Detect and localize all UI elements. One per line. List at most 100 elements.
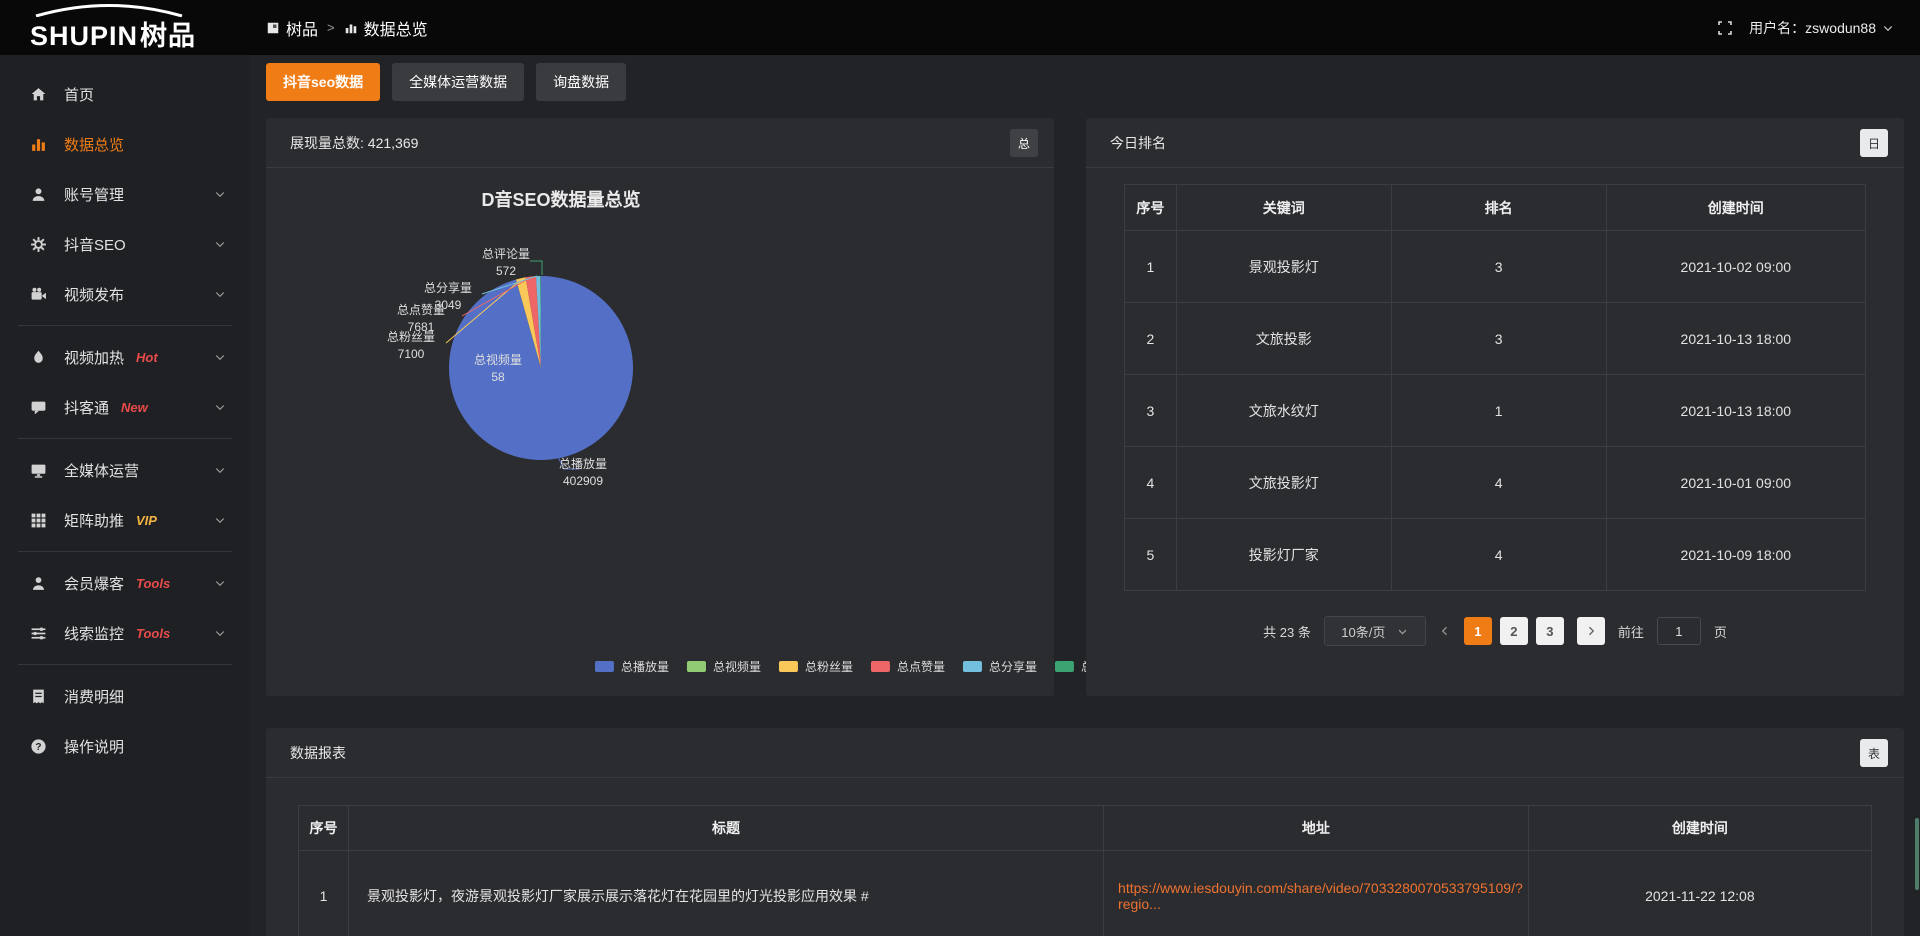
- report-column-header: 创建时间: [1528, 806, 1871, 851]
- page-button-2[interactable]: 2: [1500, 617, 1528, 645]
- sidebar-item-会员爆客[interactable]: 会员爆客Tools: [0, 558, 250, 608]
- sidebar-item-label: 数据总览: [64, 134, 124, 155]
- table-row: 3文旅水纹灯12021-10-13 18:00: [1125, 375, 1866, 447]
- sidebar-item-线索监控[interactable]: 线索监控Tools: [0, 608, 250, 658]
- table-row: 1景观投影灯32021-10-02 09:00: [1125, 231, 1866, 303]
- table-cell: 投影灯厂家: [1176, 519, 1391, 591]
- legend-swatch: [687, 661, 706, 672]
- gear-icon: [30, 236, 49, 253]
- table-cell: 文旅投影: [1176, 303, 1391, 375]
- sidebar-item-数据总览[interactable]: 数据总览: [0, 119, 250, 169]
- pie-label-value: 3049: [388, 297, 508, 314]
- table-cell: 5: [1125, 519, 1177, 591]
- table-cell: 4: [1391, 519, 1606, 591]
- report-cell-time: 2021-11-22 12:08: [1528, 851, 1871, 936]
- video-icon: [30, 286, 49, 303]
- sidebar-item-矩阵助推[interactable]: 矩阵助推VIP: [0, 495, 250, 545]
- chart-icon: [30, 136, 49, 153]
- pie-label-name: 总评论量: [446, 246, 566, 263]
- report-cell-no: 1: [299, 851, 349, 936]
- breadcrumb-separator: >: [327, 20, 335, 35]
- sidebar-item-视频发布[interactable]: 视频发布: [0, 269, 250, 319]
- content-area: 抖音seo数据全媒体运营数据询盘数据 展现量总数: 421,369 总 D音SE…: [250, 55, 1920, 936]
- legend-item-总点赞量[interactable]: 总点赞量: [871, 658, 945, 675]
- chevron-down-icon: [214, 401, 226, 413]
- sidebar-item-label: 视频发布: [64, 284, 124, 305]
- report-link[interactable]: https://www.iesdouyin.com/share/video/70…: [1118, 880, 1523, 912]
- topbar-right: 用户名：zswodun88: [1717, 18, 1920, 38]
- overview-corner-button[interactable]: 总: [1010, 129, 1038, 157]
- next-page-button[interactable]: [1577, 617, 1605, 645]
- goto-label: 前往: [1618, 622, 1644, 641]
- sliders-icon: [30, 625, 49, 642]
- sidebar-item-badge: New: [121, 400, 148, 415]
- fullscreen-icon[interactable]: [1717, 20, 1733, 36]
- report-cell-title: 景观投影灯，夜游景观投影灯厂家展示展示落花灯在花园里的灯光投影应用效果 #: [349, 851, 1104, 936]
- table-row: 5投影灯厂家42021-10-09 18:00: [1125, 519, 1866, 591]
- sidebar-item-抖客通[interactable]: 抖客通New: [0, 382, 250, 432]
- ranking-corner-button[interactable]: 日: [1860, 129, 1888, 157]
- chevron-down-icon: [214, 577, 226, 589]
- member-icon: [30, 575, 49, 592]
- sidebar-item-badge: Hot: [136, 350, 158, 365]
- table-row: 1景观投影灯，夜游景观投影灯厂家展示展示落花灯在花园里的灯光投影应用效果 # ht…: [299, 851, 1872, 936]
- monitor-icon: [30, 462, 49, 479]
- report-table: 序号标题地址创建时间 1景观投影灯，夜游景观投影灯厂家展示展示落花灯在花园里的灯…: [298, 805, 1872, 936]
- sidebar-item-label: 线索监控: [64, 623, 124, 644]
- sidebar-item-抖音SEO[interactable]: 抖音SEO: [0, 219, 250, 269]
- pagination-total: 共 23 条: [1263, 622, 1311, 641]
- legend-item-总播放量[interactable]: 总播放量: [595, 658, 669, 675]
- top-bar: SHUPIN树品 树品 > 数据总览 用户名：zswodun88: [0, 0, 1920, 55]
- tab-1[interactable]: 全媒体运营数据: [392, 63, 524, 101]
- sidebar-divider: [18, 664, 232, 665]
- legend-swatch: [963, 661, 982, 672]
- table-cell: 1: [1391, 375, 1606, 447]
- sidebar-item-视频加热[interactable]: 视频加热Hot: [0, 332, 250, 382]
- ranking-column-header: 排名: [1391, 185, 1606, 231]
- breadcrumb-current[interactable]: 数据总览: [344, 16, 428, 40]
- sidebar-item-全媒体运营[interactable]: 全媒体运营: [0, 445, 250, 495]
- chevron-down-icon: [214, 288, 226, 300]
- ranking-panel-title: 今日排名: [1086, 118, 1904, 168]
- pagination: 共 23 条 10条/页 123 前往 页: [1086, 616, 1904, 646]
- breadcrumb-root[interactable]: 树品: [266, 16, 318, 40]
- pie-chart: D音SEO数据量总览 总播放量402909总视频量58总粉丝量7100总点赞量7…: [266, 168, 1054, 695]
- breadcrumb: 树品 > 数据总览: [250, 16, 428, 40]
- legend-item-总视频量[interactable]: 总视频量: [687, 658, 761, 675]
- pie-label-value: 402909: [523, 473, 643, 490]
- page-size-select[interactable]: 10条/页: [1324, 616, 1426, 646]
- report-cell-url: https://www.iesdouyin.com/share/video/70…: [1104, 851, 1529, 936]
- sidebar-divider: [18, 325, 232, 326]
- scrollbar-thumb[interactable]: [1915, 818, 1919, 890]
- report-corner-button[interactable]: 表: [1860, 739, 1888, 767]
- tab-0[interactable]: 抖音seo数据: [266, 63, 380, 101]
- sidebar-item-账号管理[interactable]: 账号管理: [0, 169, 250, 219]
- ranking-table: 序号关键词排名创建时间 1景观投影灯32021-10-02 09:002文旅投影…: [1124, 184, 1866, 591]
- legend-item-总分享量[interactable]: 总分享量: [963, 658, 1037, 675]
- main-layout: 首页数据总览账号管理抖音SEO 视频发布视频加热Hot抖客通New 全媒体运营矩阵助…: [0, 55, 1920, 936]
- sidebar-item-首页[interactable]: 首页: [0, 69, 250, 119]
- goto-page-input[interactable]: [1657, 617, 1701, 645]
- sidebar-item-badge: VIP: [136, 513, 157, 528]
- chevron-down-icon: [214, 464, 226, 476]
- page-button-3[interactable]: 3: [1536, 617, 1564, 645]
- tab-2[interactable]: 询盘数据: [536, 63, 626, 101]
- legend-swatch: [595, 661, 614, 672]
- legend-item-总粉丝量[interactable]: 总粉丝量: [779, 658, 853, 675]
- pie-label-value: 572: [446, 263, 566, 280]
- table-cell: 4: [1125, 447, 1177, 519]
- pie-label-总分享量: 总分享量3049: [388, 280, 508, 314]
- report-table-head: 序号标题地址创建时间: [299, 806, 1872, 851]
- page-button-1[interactable]: 1: [1464, 617, 1492, 645]
- legend-swatch: [1055, 661, 1074, 672]
- user-icon: [30, 186, 49, 203]
- sidebar-divider: [18, 551, 232, 552]
- sidebar-item-操作说明[interactable]: ?操作说明: [0, 721, 250, 771]
- chevron-down-icon: [1397, 626, 1408, 637]
- user-menu[interactable]: 用户名：zswodun88: [1749, 18, 1894, 38]
- brand-cn: 树品: [140, 21, 196, 51]
- ranking-table-head: 序号关键词排名创建时间: [1125, 185, 1866, 231]
- sidebar-item-消费明细[interactable]: 消费明细: [0, 671, 250, 721]
- table-cell: 2021-10-13 18:00: [1606, 375, 1865, 447]
- prev-page-button[interactable]: [1439, 625, 1451, 637]
